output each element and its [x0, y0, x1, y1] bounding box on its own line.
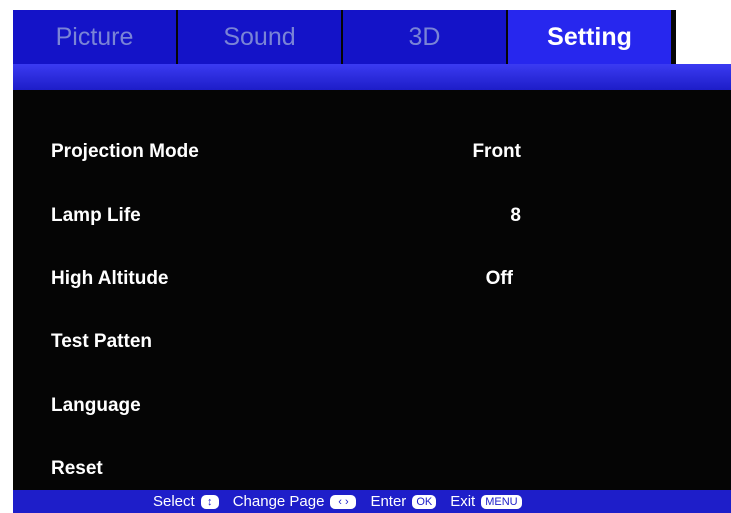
menu-item-test-patten[interactable]: Test Patten	[13, 322, 731, 362]
left-right-arrows-icon: ‹ ›	[330, 494, 357, 509]
menu-item-label: Reset	[51, 458, 103, 479]
key-hint-bar: Select ↕ Change Page ‹ › Enter OK Exit M…	[13, 490, 731, 513]
menu-item-value: Off	[485, 268, 513, 289]
menu-item-label: High Altitude	[51, 268, 169, 289]
tab-setting[interactable]: Setting	[508, 10, 671, 64]
menu-item-projection-mode[interactable]: Projection Mode Front	[13, 132, 731, 172]
ok-key-icon: OK	[412, 494, 437, 509]
tab-label: Setting	[547, 22, 632, 51]
menu-item-high-altitude[interactable]: High Altitude Off	[13, 259, 731, 299]
menu-item-label: Test Patten	[51, 331, 153, 352]
menu-item-label: Language	[51, 395, 141, 416]
exit-hint-label: Exit	[450, 493, 476, 510]
menu-key-icon: MENU	[481, 494, 522, 509]
tab-label: 3D	[408, 22, 441, 51]
osd-menu-screen: Picture Sound 3D Setting Projection Mode…	[13, 10, 731, 513]
tab-3d[interactable]: 3D	[343, 10, 506, 64]
menu-item-label: Projection Mode	[51, 141, 199, 162]
tab-label: Picture	[55, 22, 134, 51]
select-hint-label: Select	[153, 493, 195, 510]
menu-item-label: Lamp Life	[51, 205, 141, 226]
tab-sound[interactable]: Sound	[178, 10, 341, 64]
menu-item-language[interactable]: Language	[13, 386, 731, 426]
tab-bar: Picture Sound 3D Setting	[13, 10, 676, 64]
menu-item-value: 8	[510, 205, 521, 226]
tab-bar-blank-area	[676, 10, 731, 64]
header-band	[13, 64, 731, 90]
settings-menu: Projection Mode Front Lamp Life 8 High A…	[13, 90, 731, 490]
tab-label: Sound	[223, 22, 296, 51]
menu-item-value: Front	[472, 141, 521, 162]
change-page-hint-label: Change Page	[232, 493, 325, 510]
menu-item-lamp-life[interactable]: Lamp Life 8	[13, 196, 731, 236]
up-down-arrows-icon: ↕	[200, 494, 219, 509]
tab-picture[interactable]: Picture	[13, 10, 176, 64]
enter-hint-label: Enter	[370, 493, 407, 510]
menu-item-reset[interactable]: Reset	[13, 449, 731, 489]
